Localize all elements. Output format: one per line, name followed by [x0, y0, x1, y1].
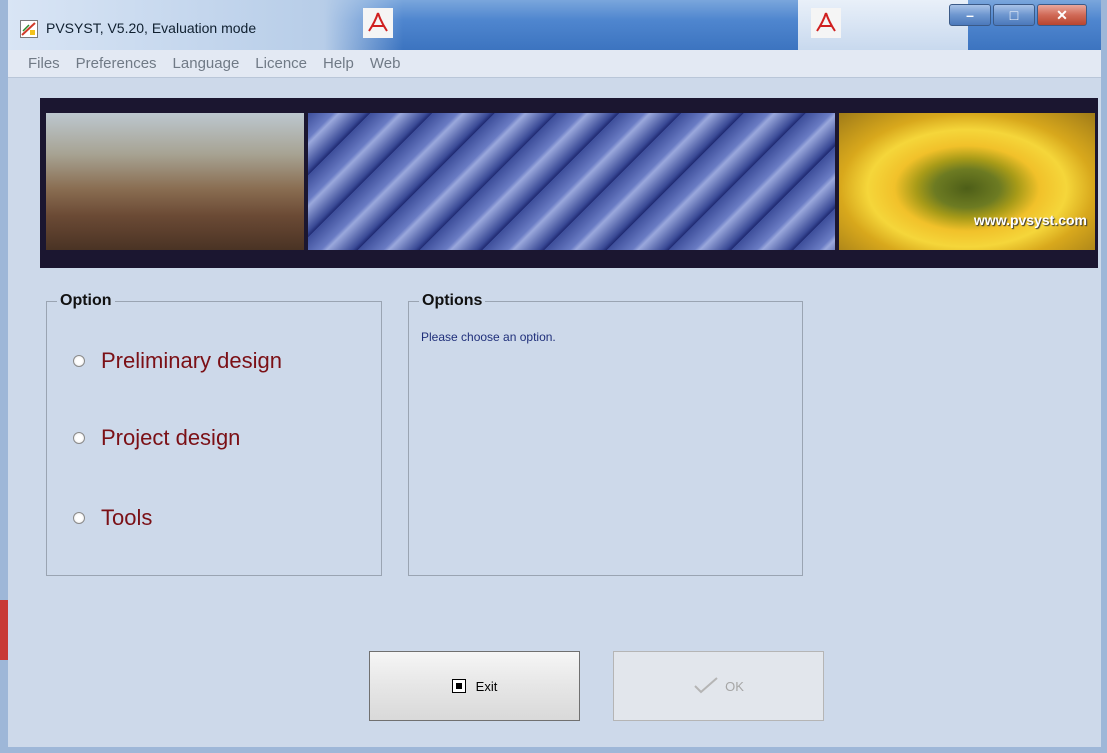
people-photo: [46, 113, 304, 250]
option-group: Option Preliminary design Project design…: [46, 292, 382, 576]
header-banner: www.pvsyst.com: [40, 98, 1098, 268]
app-window: PVSYST, V5.20, Evaluation mode – □ ✕ Fil…: [0, 0, 1107, 753]
pdf-icon: [363, 8, 393, 38]
minimize-button[interactable]: –: [949, 4, 991, 26]
menu-files[interactable]: Files: [28, 55, 60, 72]
ok-button[interactable]: OK: [613, 651, 824, 721]
menu-language[interactable]: Language: [173, 55, 240, 72]
radio-tools[interactable]: Tools: [73, 505, 152, 531]
menu-licence[interactable]: Licence: [255, 55, 307, 72]
menu-bar: Files Preferences Language Licence Help …: [8, 50, 1101, 78]
radio-project-design[interactable]: Project design: [73, 425, 240, 451]
title-bar[interactable]: PVSYST, V5.20, Evaluation mode – □ ✕: [8, 0, 1101, 50]
radio-label[interactable]: Project design: [101, 425, 240, 451]
radio-label[interactable]: Tools: [101, 505, 152, 531]
exit-icon: [451, 679, 466, 693]
window-controls: – □ ✕: [947, 4, 1087, 26]
exit-label: Exit: [475, 678, 498, 694]
radio-preliminary-design[interactable]: Preliminary design: [73, 348, 282, 374]
ok-label: OK: [725, 678, 744, 694]
radio-button[interactable]: [73, 432, 85, 444]
menu-preferences[interactable]: Preferences: [76, 55, 157, 72]
option-group-title: Option: [57, 292, 115, 310]
radio-label[interactable]: Preliminary design: [101, 348, 282, 374]
app-icon[interactable]: [20, 20, 38, 38]
radio-button[interactable]: [73, 355, 85, 367]
close-button[interactable]: ✕: [1037, 4, 1087, 26]
menu-help[interactable]: Help: [323, 55, 354, 72]
menu-web[interactable]: Web: [370, 55, 401, 72]
checkmark-icon: [693, 676, 719, 697]
maximize-button[interactable]: □: [993, 4, 1035, 26]
options-hint: Please choose an option.: [421, 330, 556, 344]
banner-url: www.pvsyst.com: [973, 212, 1087, 228]
solar-panels-photo: [308, 113, 835, 250]
options-description-group: Options Please choose an option.: [408, 292, 803, 576]
radio-button[interactable]: [73, 512, 85, 524]
pdf-icon: [811, 8, 841, 38]
exit-button[interactable]: Exit: [369, 651, 580, 721]
window-title: PVSYST, V5.20, Evaluation mode: [46, 20, 257, 36]
options-group-title: Options: [419, 292, 486, 310]
sunflower-photo: www.pvsyst.com: [839, 113, 1095, 250]
